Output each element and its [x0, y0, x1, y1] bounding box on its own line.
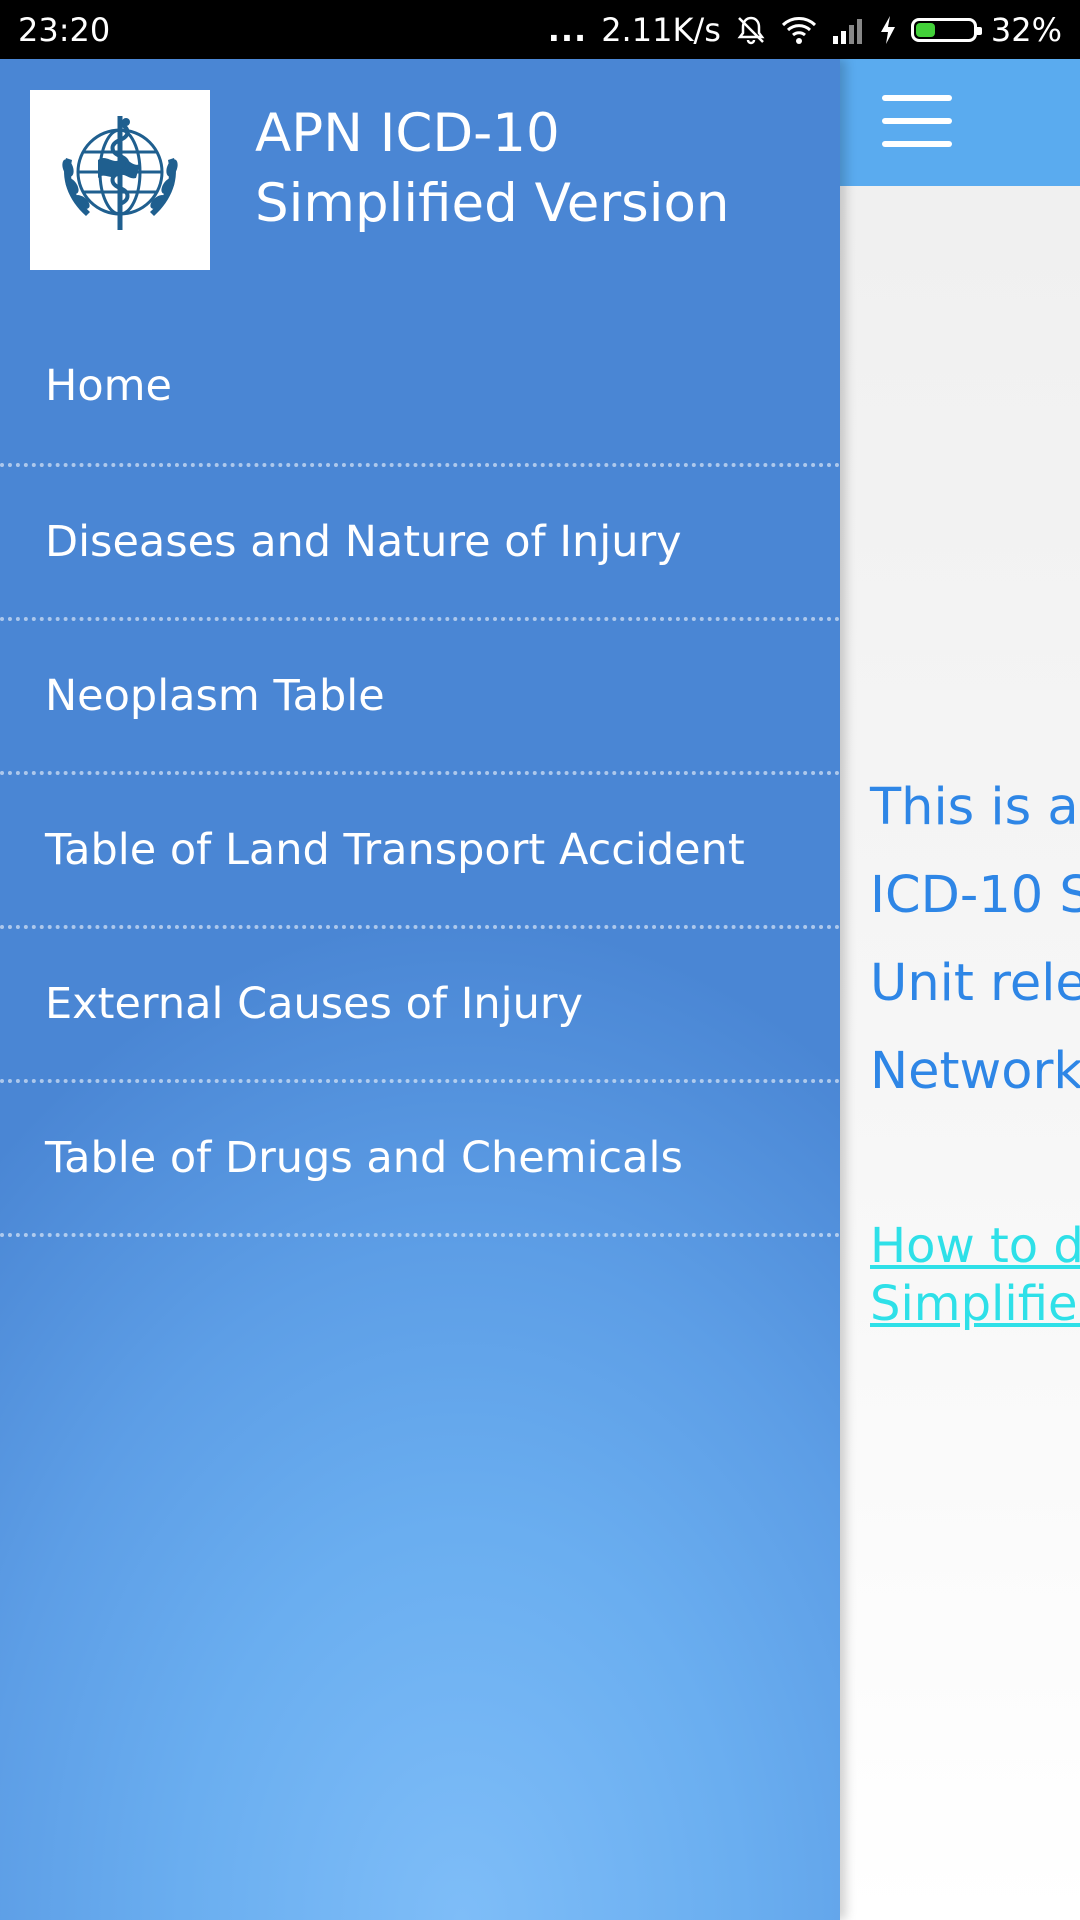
drawer-menu: Home Diseases and Nature of Injury Neopl… [0, 309, 840, 1237]
drawer-item-external-causes[interactable]: External Causes of Injury [0, 929, 840, 1083]
intro-line: This is ar [870, 778, 1080, 837]
drawer-item-drugs-chemicals[interactable]: Table of Drugs and Chemicals [0, 1083, 840, 1237]
charging-icon [879, 15, 897, 45]
app-title: APN ICD-10 Simplified Version [255, 99, 729, 239]
battery-icon [910, 17, 982, 42]
network-speed: 2.11K/s [601, 10, 721, 49]
how-to-link-line[interactable]: Simplified [870, 1275, 1080, 1333]
status-indicators: ... 2.11K/s 32% [548, 11, 1062, 49]
app-bar [840, 59, 1080, 186]
mute-bell-icon [735, 14, 767, 46]
app-title-line: Simplified Version [255, 173, 730, 234]
drawer-item-neoplasm-table[interactable]: Neoplasm Table [0, 621, 840, 775]
intro-line: Network [870, 1042, 1080, 1101]
drawer-item-home[interactable]: Home [0, 309, 840, 467]
wifi-icon [781, 15, 817, 45]
main-page: This is ar ICD-10 Si Unit relea Network … [840, 59, 1080, 1920]
how-to-link-line[interactable]: How to do [870, 1217, 1080, 1275]
hamburger-menu-icon[interactable] [882, 95, 952, 147]
status-time: 23:20 [18, 10, 111, 49]
navigation-drawer: APN ICD-10 Simplified Version Home Disea… [0, 59, 840, 1920]
signal-icon [831, 16, 865, 44]
who-emblem-logo [30, 90, 210, 270]
battery-percent: 32% [990, 10, 1062, 49]
how-to-link[interactable]: How to do Simplified [870, 1217, 1080, 1333]
intro-line: Unit relea [870, 954, 1080, 1013]
drawer-item-diseases[interactable]: Diseases and Nature of Injury [0, 467, 840, 621]
more-notifications-dots: ... [547, 10, 588, 49]
status-bar: 23:20 ... 2.11K/s 32% [0, 0, 1080, 59]
drawer-header: APN ICD-10 Simplified Version [0, 59, 840, 309]
app-title-line: APN ICD-10 [255, 103, 560, 164]
drawer-item-land-transport[interactable]: Table of Land Transport Accident [0, 775, 840, 929]
intro-text: This is ar ICD-10 Si Unit relea Network [870, 764, 1080, 1116]
intro-line: ICD-10 Si [870, 866, 1080, 925]
battery-level [915, 22, 936, 37]
